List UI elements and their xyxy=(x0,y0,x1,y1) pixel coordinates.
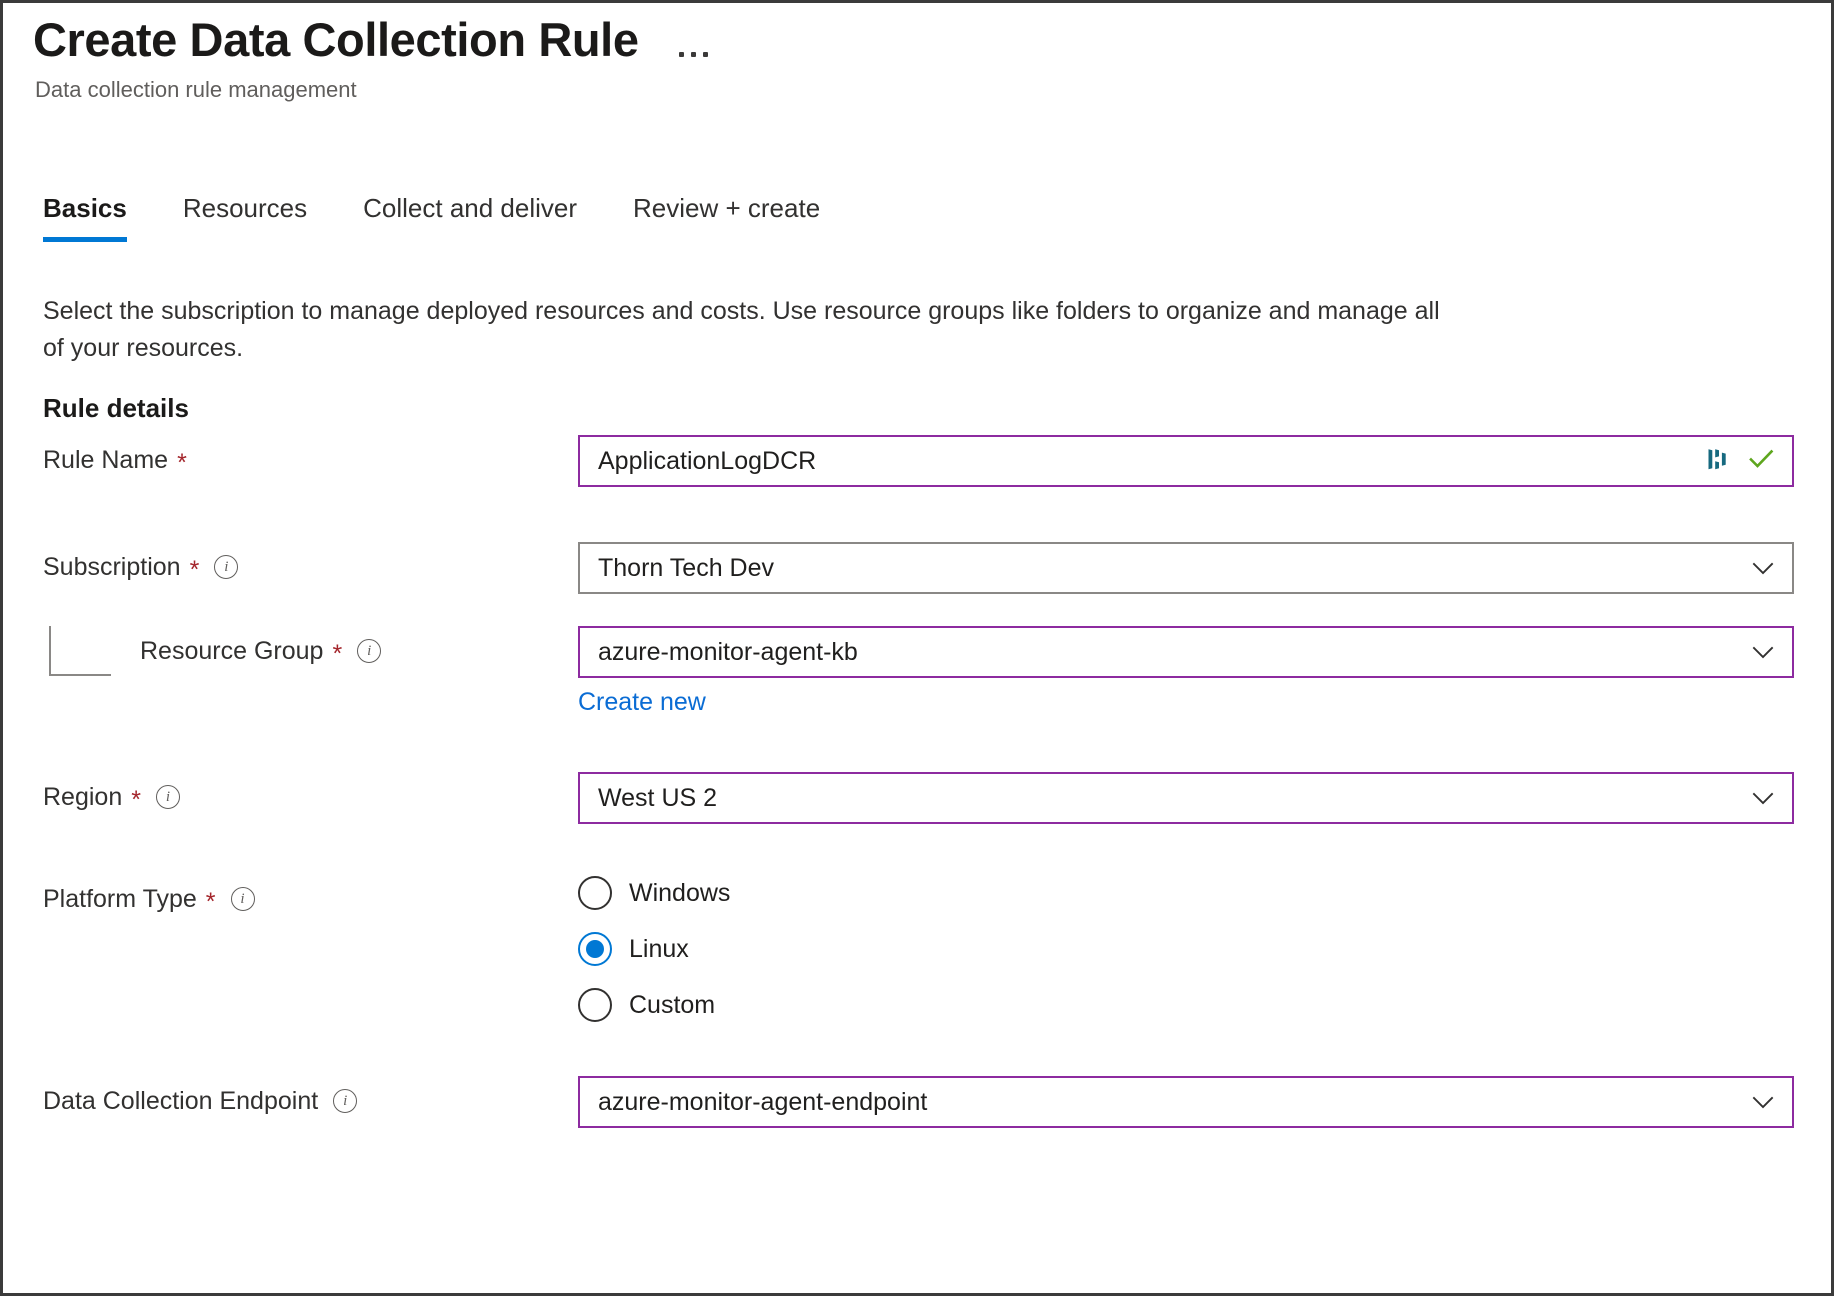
info-icon-region[interactable]: i xyxy=(155,785,180,809)
control-cell-rule-name: ApplicationLogDCR xyxy=(578,435,1831,487)
required-marker-resource-group: * xyxy=(332,639,343,668)
field-row-resource-group: Resource Group * i azure-monitor-agent-k… xyxy=(3,626,1831,717)
label-subscription: Subscription xyxy=(43,552,181,581)
chevron-down-icon xyxy=(1752,646,1774,659)
label-resource-group: Resource Group xyxy=(140,636,324,665)
label-cell-resource-group: Resource Group * i xyxy=(3,626,578,676)
radio-mark-windows xyxy=(578,876,612,910)
field-row-platform-type: Platform Type * i Windows Linux Custom xyxy=(3,874,1831,1022)
chevron-down-icon xyxy=(1752,1096,1774,1109)
label-cell-region: Region * i xyxy=(3,772,578,822)
control-cell-platform-type: Windows Linux Custom xyxy=(578,874,1831,1022)
data-collection-endpoint-dropdown[interactable]: azure-monitor-agent-endpoint xyxy=(578,1076,1794,1128)
label-rule-name: Rule Name xyxy=(43,445,169,474)
required-marker-platform-type: * xyxy=(205,887,216,916)
label-region: Region xyxy=(43,782,123,811)
radio-platform-custom[interactable]: Custom xyxy=(578,988,1794,1022)
field-row-data-collection-endpoint: Data Collection Endpoint i azure-monitor… xyxy=(3,1076,1831,1128)
rule-name-value: ApplicationLogDCR xyxy=(598,446,817,475)
title-row: Create Data Collection Rule xyxy=(33,13,1733,67)
info-icon-platform-type[interactable]: i xyxy=(230,887,255,911)
region-dropdown[interactable]: West US 2 xyxy=(578,772,1794,824)
info-icon-subscription[interactable]: i xyxy=(214,555,239,579)
field-row-region: Region * i West US 2 xyxy=(3,772,1831,824)
radio-mark-linux xyxy=(578,932,612,966)
radio-platform-windows[interactable]: Windows xyxy=(578,876,1794,910)
rule-name-input[interactable]: ApplicationLogDCR xyxy=(578,435,1794,487)
radio-label-custom: Custom xyxy=(629,990,716,1019)
label-cell-platform-type: Platform Type * i xyxy=(3,874,578,924)
required-marker-region: * xyxy=(131,785,141,814)
tab-resources[interactable]: Resources xyxy=(155,185,335,242)
radio-label-windows: Windows xyxy=(629,878,731,907)
control-cell-data-collection-endpoint: azure-monitor-agent-endpoint xyxy=(578,1076,1831,1128)
page-subtitle: Data collection rule management xyxy=(35,77,357,103)
required-marker-rule-name: * xyxy=(177,448,187,477)
more-dot-2 xyxy=(690,52,696,58)
region-value: West US 2 xyxy=(598,783,718,812)
subscription-dropdown[interactable]: Thorn Tech Dev xyxy=(578,542,1794,594)
tab-collect-and-deliver[interactable]: Collect and deliver xyxy=(335,185,605,242)
info-icon-data-collection-endpoint[interactable]: i xyxy=(333,1089,358,1113)
section-title-rule-details: Rule details xyxy=(43,393,189,423)
control-cell-subscription: Thorn Tech Dev xyxy=(578,542,1831,594)
control-cell-resource-group: azure-monitor-agent-kb Create new xyxy=(578,626,1831,717)
page-title: Create Data Collection Rule xyxy=(33,13,639,66)
blade-content: Create Data Collection Rule Data collect… xyxy=(3,3,1831,1293)
more-options-icon[interactable] xyxy=(673,42,714,61)
password-manager-icon[interactable] xyxy=(1704,445,1732,478)
create-data-collection-rule-blade: Create Data Collection Rule Data collect… xyxy=(0,0,1834,1296)
resource-group-value: azure-monitor-agent-kb xyxy=(598,637,858,666)
chevron-down-icon xyxy=(1752,792,1774,805)
field-row-rule-name: Rule Name * ApplicationLogDCR xyxy=(3,435,1831,487)
intro-description: Select the subscription to manage deploy… xyxy=(43,297,1440,362)
info-icon-resource-group[interactable]: i xyxy=(357,639,382,663)
chevron-down-icon xyxy=(1752,562,1774,575)
tab-basics[interactable]: Basics xyxy=(43,185,155,242)
label-cell-subscription: Subscription * i xyxy=(3,542,578,592)
label-platform-type: Platform Type xyxy=(43,884,197,913)
label-cell-rule-name: Rule Name * xyxy=(3,435,578,485)
control-cell-region: West US 2 xyxy=(578,772,1831,824)
create-new-resource-group-link[interactable]: Create new xyxy=(578,688,706,717)
data-collection-endpoint-value: azure-monitor-agent-endpoint xyxy=(598,1087,928,1116)
more-dot-3 xyxy=(702,52,708,58)
wizard-tabs: Basics Resources Collect and deliver Rev… xyxy=(43,185,848,242)
label-cell-data-collection-endpoint: Data Collection Endpoint i xyxy=(3,1076,578,1126)
required-marker-subscription: * xyxy=(189,555,200,584)
label-data-collection-endpoint: Data Collection Endpoint xyxy=(43,1086,319,1115)
tab-review-create[interactable]: Review + create xyxy=(605,185,848,242)
basics-form: Rule Name * ApplicationLogDCR Subscripti… xyxy=(3,435,1831,1128)
resource-group-dropdown[interactable]: azure-monitor-agent-kb xyxy=(578,626,1794,678)
radio-mark-custom xyxy=(578,988,612,1022)
rule-name-adornments xyxy=(1694,444,1776,479)
blade-header: Create Data Collection Rule Data collect… xyxy=(33,13,1733,103)
platform-type-radio-group: Windows Linux Custom xyxy=(578,874,1794,1022)
field-row-subscription: Subscription * i Thorn Tech Dev xyxy=(3,542,1831,594)
more-dot-1 xyxy=(678,52,684,58)
subscription-value: Thorn Tech Dev xyxy=(598,553,775,582)
radio-platform-linux[interactable]: Linux xyxy=(578,932,1794,966)
valid-check-icon xyxy=(1746,444,1776,479)
radio-label-linux: Linux xyxy=(629,934,689,963)
